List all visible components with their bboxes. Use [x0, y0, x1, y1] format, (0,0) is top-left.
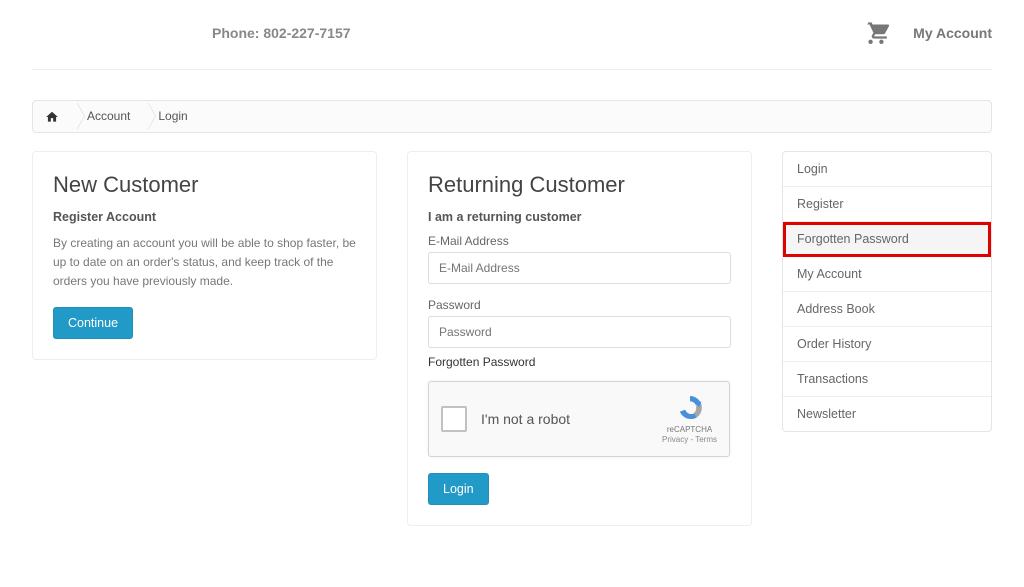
home-icon [45, 109, 59, 123]
recaptcha-label: I'm not a robot [481, 411, 662, 427]
login-button[interactable]: Login [428, 473, 489, 505]
sidebar-item-order-history[interactable]: Order History [783, 327, 991, 362]
page-container: Account Login New Customer Register Acco… [32, 70, 992, 526]
top-bar: Phone: 802-227-7157 My Account [32, 0, 992, 70]
main-row: New Customer Register Account By creatin… [32, 151, 992, 526]
email-label: E-Mail Address [428, 234, 731, 248]
top-bar-right: My Account [863, 18, 992, 47]
account-sidebar: Login Register Forgotten Password My Acc… [782, 151, 992, 432]
sidebar-item-login[interactable]: Login [783, 152, 991, 187]
recaptcha-widget: I'm not a robot reCAPTCHA Privacy - Term… [428, 381, 730, 457]
my-account-link[interactable]: My Account [913, 25, 992, 41]
sidebar-item-my-account[interactable]: My Account [783, 257, 991, 292]
new-customer-subheading: Register Account [53, 210, 356, 224]
recaptcha-checkbox[interactable] [441, 406, 467, 432]
phone-number: Phone: 802-227-7157 [212, 25, 351, 41]
sidebar-item-forgotten-password[interactable]: Forgotten Password [783, 222, 991, 257]
cart-icon[interactable] [863, 18, 889, 47]
returning-customer-subheading: I am a returning customer [428, 210, 731, 224]
sidebar-item-register[interactable]: Register [783, 187, 991, 222]
password-input[interactable] [428, 316, 731, 348]
sidebar-item-newsletter[interactable]: Newsletter [783, 397, 991, 431]
recaptcha-logo: reCAPTCHA Privacy - Terms [662, 393, 717, 444]
breadcrumb-home[interactable] [45, 109, 77, 124]
recaptcha-legal: Privacy - Terms [662, 435, 717, 445]
breadcrumb-login[interactable]: Login [148, 109, 205, 123]
breadcrumb-account[interactable]: Account [77, 109, 148, 123]
recaptcha-brand: reCAPTCHA [662, 425, 717, 435]
new-customer-panel: New Customer Register Account By creatin… [32, 151, 377, 361]
password-label: Password [428, 298, 731, 312]
returning-customer-panel: Returning Customer I am a returning cust… [407, 151, 752, 526]
returning-customer-heading: Returning Customer [428, 172, 731, 198]
forgotten-password-link[interactable]: Forgotten Password [428, 355, 535, 369]
breadcrumb: Account Login [32, 100, 992, 133]
sidebar-list: Login Register Forgotten Password My Acc… [782, 151, 992, 432]
new-customer-heading: New Customer [53, 172, 356, 198]
sidebar-item-address-book[interactable]: Address Book [783, 292, 991, 327]
new-customer-description: By creating an account you will be able … [53, 234, 356, 292]
continue-button[interactable]: Continue [53, 307, 133, 339]
sidebar-item-transactions[interactable]: Transactions [783, 362, 991, 397]
email-input[interactable] [428, 252, 731, 284]
